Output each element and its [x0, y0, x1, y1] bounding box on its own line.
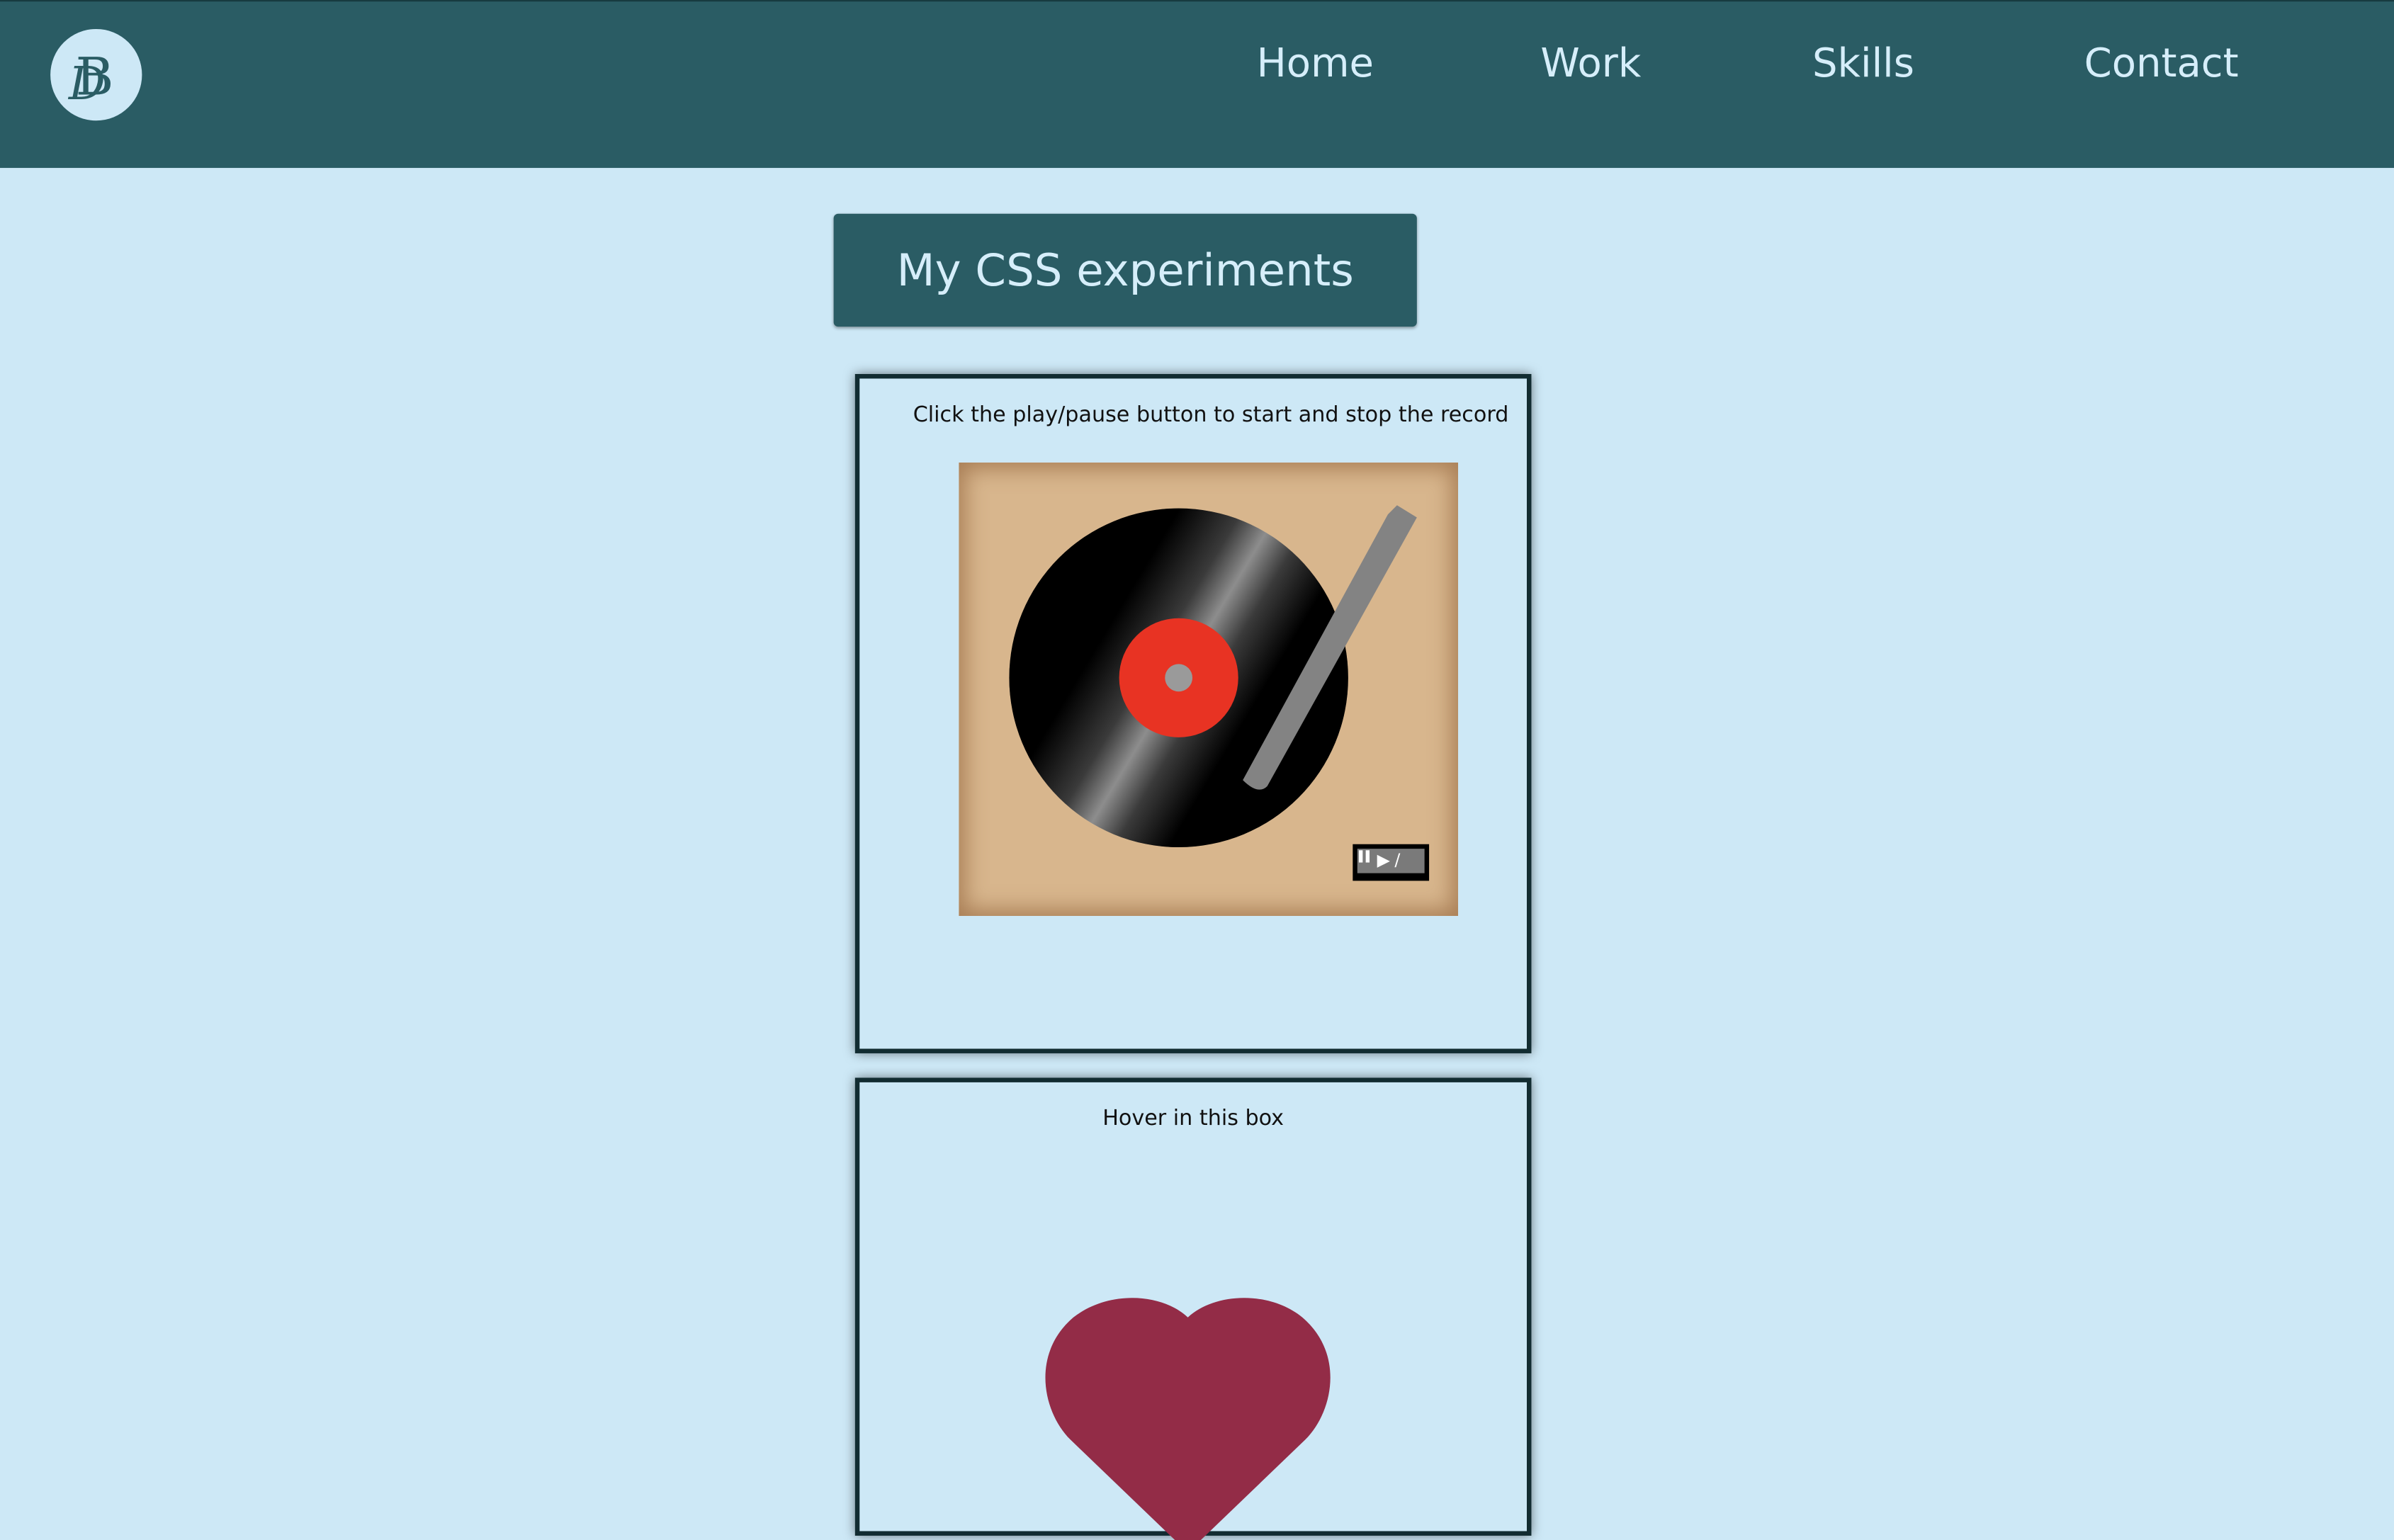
separator: / [1394, 850, 1401, 871]
turntable: ▶ / [959, 462, 1459, 916]
record-caption: Click the play/pause button to start and… [913, 402, 1509, 428]
heart-experiment-card[interactable]: Hover in this box [854, 1077, 1532, 1540]
record-spindle [1165, 664, 1193, 692]
record-experiment-card: Click the play/pause button to start and… [854, 373, 1532, 1053]
nav-link-work[interactable]: Work [1540, 41, 1641, 87]
svg-text:D: D [68, 57, 106, 111]
page: B D DB Home Work Skills Contact My CSS e… [0, 0, 2394, 1540]
play-icon: ▶ [1377, 850, 1390, 871]
heart-caption: Hover in this box [1102, 1106, 1284, 1131]
page-title-box: My CSS experiments [833, 213, 1417, 327]
logo[interactable]: B D DB [50, 28, 142, 121]
navbar: B D DB Home Work Skills Contact [0, 0, 2394, 169]
page-title: My CSS experiments [896, 244, 1354, 297]
nav-link-home[interactable]: Home [1257, 41, 1374, 87]
heart-icon [1045, 1298, 1331, 1540]
play-pause-button[interactable]: ▶ / [1353, 844, 1430, 881]
db-monogram-icon: B D [68, 47, 114, 111]
nav-link-contact[interactable]: Contact [2084, 41, 2239, 87]
nav-link-skills[interactable]: Skills [1812, 41, 1914, 87]
